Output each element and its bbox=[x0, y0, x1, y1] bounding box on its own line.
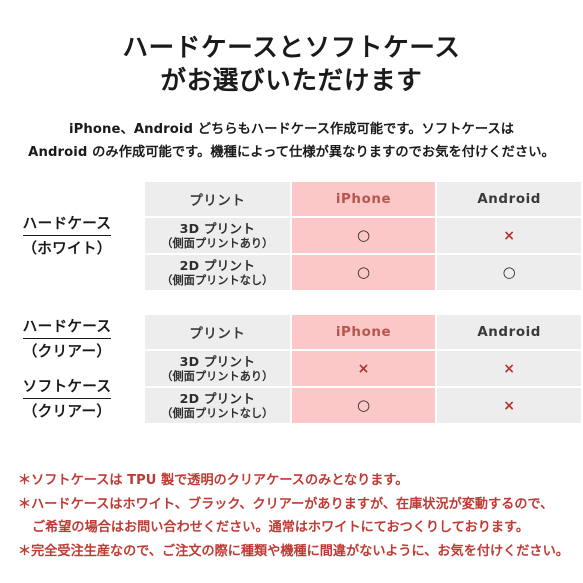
availability-mark-icon: ○ bbox=[356, 226, 371, 244]
footnote-3: ＊完全受注生産なので、ご注文の際に種類や機種に間違がないように、お気を付けくださ… bbox=[18, 543, 569, 559]
table-1-header-print: プリント bbox=[145, 182, 290, 216]
header-label-android: Android bbox=[477, 192, 541, 207]
table-1-header-row: プリント iPhone Android bbox=[145, 182, 581, 216]
table-1-row-1-print-type: 3D プリント （側面プリントあり） bbox=[145, 218, 290, 253]
case-type-label-soft-clear: ソフトケース （クリアー） bbox=[0, 376, 134, 422]
table-row: 2D プリント （側面プリントなし） ○ ○ bbox=[145, 255, 581, 290]
page-title: ハードケースとソフトケース がお選びいただけます bbox=[0, 32, 583, 98]
title-line-1: ハードケースとソフトケース bbox=[122, 33, 461, 63]
case-type-color: （クリアー） bbox=[22, 403, 112, 420]
subtitle-line-2: Android のみ作成可能です。機種によって仕様が異なりますのでお気を付けくだ… bbox=[28, 145, 555, 160]
print-type-note: （側面プリントなし） bbox=[161, 273, 274, 287]
header-label-iphone: iPhone bbox=[335, 192, 392, 207]
table-2-row-1-print-type: 3D プリント （側面プリントあり） bbox=[145, 351, 290, 386]
table-1-header-iphone: iPhone bbox=[291, 182, 436, 216]
table-row: 3D プリント （側面プリントあり） × × bbox=[145, 351, 581, 386]
header-label-print: プリント bbox=[189, 327, 246, 342]
table-1-row-2-android: ○ bbox=[437, 255, 581, 290]
table-1-row-1-iphone: ○ bbox=[291, 218, 436, 253]
header-label-android: Android bbox=[477, 325, 541, 340]
table-2-header-iphone: iPhone bbox=[291, 315, 436, 349]
header-label-iphone: iPhone bbox=[335, 325, 392, 340]
table-1-header-android: Android bbox=[437, 182, 581, 216]
case-type-label-hard-white: ハードケース （ホワイト） bbox=[0, 213, 134, 259]
table-2-row-2-android: × bbox=[437, 388, 581, 423]
case-type-color: （ホワイト） bbox=[22, 240, 112, 257]
availability-mark-icon: ○ bbox=[502, 263, 516, 281]
title-line-2: がお選びいただけます bbox=[160, 66, 423, 96]
table-row: 2D プリント （側面プリントなし） ○ × bbox=[145, 388, 581, 423]
table-2-header-row: プリント iPhone Android bbox=[145, 315, 581, 349]
availability-mark-icon: × bbox=[503, 398, 516, 414]
availability-mark-icon: × bbox=[503, 228, 516, 244]
table-2-row-2-print-type: 2D プリント （側面プリントなし） bbox=[145, 388, 290, 423]
compatibility-table-2: プリント iPhone Android 3D プリント （側面プリントあり） ×… bbox=[143, 313, 583, 425]
header-label-print: プリント bbox=[189, 194, 246, 209]
print-type-note: （側面プリントあり） bbox=[161, 236, 274, 250]
case-type-name: ソフトケース bbox=[22, 377, 112, 399]
footnote-2-continued: ご希望の場合はお問い合わせください。通常はホワイトにておつくりしております。 bbox=[32, 520, 529, 535]
group-2-row-labels: ハードケース （クリアー） ソフトケース （クリアー） bbox=[0, 316, 143, 422]
footnotes: ＊ソフトケースは TPU 製で透明のクリアケースのみとなります。 ＊ハードケース… bbox=[18, 469, 570, 563]
availability-mark-icon: × bbox=[503, 361, 516, 377]
table-1-row-1-android: × bbox=[437, 218, 581, 253]
group-1-row-labels: ハードケース （ホワイト） bbox=[0, 213, 143, 259]
subtitle-line-1: iPhone、Android どちらもハードケース作成可能です。ソフトケースは bbox=[68, 122, 515, 137]
availability-mark-icon: × bbox=[357, 361, 370, 377]
print-type-note: （側面プリントあり） bbox=[161, 369, 274, 383]
print-type-note: （側面プリントなし） bbox=[161, 406, 274, 420]
case-type-color: （クリアー） bbox=[22, 343, 112, 360]
table-2-header-print: プリント bbox=[145, 315, 290, 349]
footnote-1: ＊ソフトケースは TPU 製で透明のクリアケースのみとなります。 bbox=[18, 473, 409, 488]
print-type-name: 2D プリント bbox=[179, 257, 256, 273]
table-2-row-1-android: × bbox=[437, 351, 581, 386]
table-2-header-android: Android bbox=[437, 315, 581, 349]
case-type-name: ハードケース bbox=[22, 317, 112, 339]
subtitle: iPhone、Android どちらもハードケース作成可能です。ソフトケースは … bbox=[0, 118, 583, 164]
table-1-row-2-iphone: ○ bbox=[291, 255, 436, 290]
availability-mark-icon: ○ bbox=[356, 263, 371, 281]
print-type-name: 2D プリント bbox=[179, 390, 256, 406]
print-type-name: 3D プリント bbox=[179, 220, 256, 236]
compatibility-group-hard-white: ハードケース （ホワイト） プリント iPhone Android 3D プリン… bbox=[0, 180, 583, 292]
table-1-row-2-print-type: 2D プリント （側面プリントなし） bbox=[145, 255, 290, 290]
table-2-row-2-iphone: ○ bbox=[291, 388, 436, 423]
print-type-name: 3D プリント bbox=[179, 353, 256, 369]
case-type-name: ハードケース bbox=[22, 214, 112, 236]
table-row: 3D プリント （側面プリントあり） ○ × bbox=[145, 218, 581, 253]
product-case-info-graphic: ハードケースとソフトケース がお選びいただけます iPhone、Android … bbox=[0, 0, 583, 583]
compatibility-table-1: プリント iPhone Android 3D プリント （側面プリントあり） ○… bbox=[143, 180, 583, 292]
case-type-label-hard-clear: ハードケース （クリアー） bbox=[0, 316, 134, 362]
footnote-2: ＊ハードケースはホワイト、ブラック、クリアーがありますが、在庫状況が変動するので… bbox=[18, 496, 554, 512]
table-2-row-1-iphone: × bbox=[291, 351, 436, 386]
availability-mark-icon: ○ bbox=[356, 396, 371, 414]
compatibility-group-clear: ハードケース （クリアー） ソフトケース （クリアー） プリント iPhone bbox=[0, 313, 583, 425]
